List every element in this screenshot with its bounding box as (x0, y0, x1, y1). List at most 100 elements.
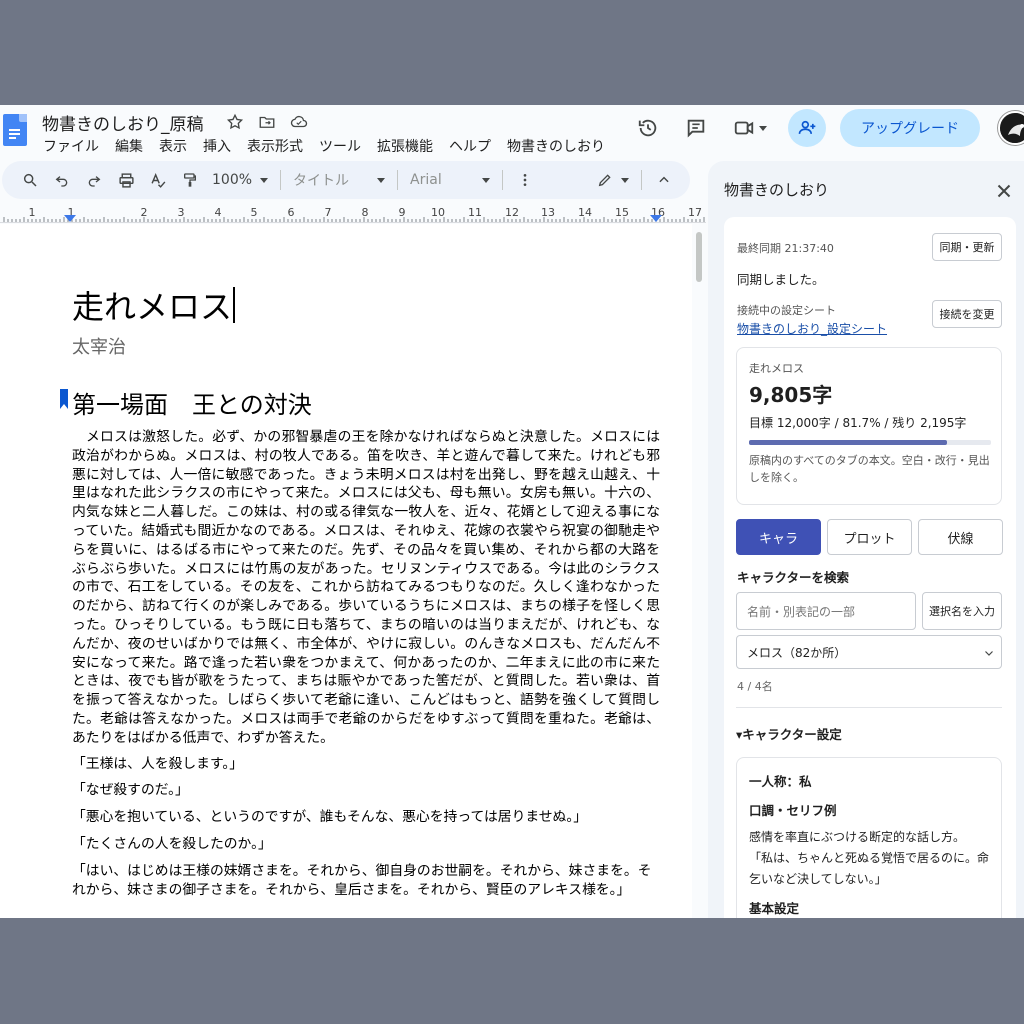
menu-addon[interactable]: 物書きのしおり (507, 136, 605, 156)
chevron-down-icon (260, 177, 269, 183)
tab-plot[interactable]: プロット (827, 519, 912, 555)
ruler-number: 15 (615, 206, 629, 219)
toolbar-divider (502, 170, 504, 190)
menu-file[interactable]: ファイル (43, 136, 99, 156)
menu-extensions[interactable]: 拡張機能 (377, 136, 433, 156)
menu-format[interactable]: 表示形式 (247, 136, 303, 156)
sync-button[interactable]: 同期・更新 (932, 233, 1002, 261)
document-scrollbar[interactable] (692, 224, 706, 918)
dialogue-line[interactable]: 「たくさんの人を殺したのか。」 (72, 835, 660, 854)
ruler-scale: 1 1 2 3 4 5 6 7 8 9 10 11 12 13 14 15 16 17 (3, 206, 705, 222)
undo-icon[interactable] (46, 166, 78, 194)
ruler-number: 11 (468, 206, 482, 219)
zoom-select[interactable]: 100% (206, 166, 274, 194)
paragraph-style-value: タイトル (293, 173, 350, 189)
document-title[interactable]: 物書きのしおり_原稿 (42, 110, 204, 135)
font-value: Arial (410, 172, 442, 188)
character-select-value: メロス（82か所） (747, 645, 847, 660)
ruler[interactable]: 1 1 2 3 4 5 6 7 8 9 10 11 12 13 14 15 16 17 (0, 205, 706, 223)
paint-format-icon[interactable] (174, 166, 206, 194)
dialogue-line[interactable]: 「なぜ殺すのだ。」 (72, 781, 660, 800)
collapse-toolbar-icon[interactable] (648, 166, 680, 194)
ruler-number: 14 (578, 206, 592, 219)
panel-title: 物書きのしおり (724, 181, 830, 199)
menu-help[interactable]: ヘルプ (449, 136, 491, 156)
character-search-input[interactable]: 名前・別表記の一部 (736, 592, 916, 630)
tab-character[interactable]: キャラ (736, 519, 821, 555)
speech-description: 感情を率直にぶつける断定的な話し方。 (749, 830, 966, 844)
basic-settings-heading: 基本設定 (749, 901, 800, 916)
dialogue-line[interactable]: 「王様は、人を殺します。」 (72, 755, 660, 774)
avatar[interactable] (998, 111, 1024, 145)
font-select[interactable]: Arial (404, 166, 496, 194)
comments-icon[interactable] (678, 110, 714, 146)
goal-text: 目標 12,000字 / 81.7% / 残り 2,195字 (749, 416, 967, 430)
document-page[interactable]: 走れメロス 太宰治 第一場面 王との対決 メロスは激怒した。必ず、かの邪智暴虐の… (0, 224, 692, 918)
print-icon[interactable] (110, 166, 142, 194)
ruler-number: 6 (288, 206, 295, 219)
menu-view[interactable]: 表示 (159, 136, 187, 156)
ruler-number: 17 (688, 206, 702, 219)
ruler-number: 7 (325, 206, 332, 219)
text-cursor (233, 287, 235, 323)
progress-fill (749, 440, 947, 445)
dialogue-line[interactable]: 「悪心を抱いている、というのですが、誰もそんな、悪心を持っては居りませぬ。」 (72, 808, 660, 827)
ruler-number: 12 (505, 206, 519, 219)
redo-icon[interactable] (78, 166, 110, 194)
ruler-number: 5 (251, 206, 258, 219)
speech-heading: 口調・セリフ例 (749, 803, 837, 818)
panel-card: 最終同期 21:37:40 同期・更新 同期しました。 接続中の設定シート 物書… (724, 217, 1016, 918)
cloud-saved-icon[interactable] (288, 111, 310, 133)
divider (736, 707, 1002, 708)
menu-bar: ファイル 編集 表示 挿入 表示形式 ツール 拡張機能 ヘルプ 物書きのしおり (43, 136, 605, 156)
paragraph-style-select[interactable]: タイトル (287, 166, 391, 194)
body-paragraph[interactable]: メロスは激怒した。必ず、かの邪智暴虐の王を除かなければならぬと決意した。メロスに… (72, 428, 660, 748)
progress-bar (749, 440, 991, 445)
menu-tools[interactable]: ツール (319, 136, 361, 156)
meet-icon[interactable] (726, 110, 774, 146)
scroll-thumb[interactable] (696, 232, 702, 282)
ruler-number: 9 (399, 206, 406, 219)
bookmark-icon (60, 389, 68, 409)
doc-subtitle[interactable]: 太宰治 (72, 333, 126, 359)
dialogue-line[interactable]: 「はい、はじめは王様の妹婿さまを。それから、御自身のお世嗣を。それから、妹さまを… (72, 862, 660, 900)
ruler-number: 2 (141, 206, 148, 219)
ruler-number: 1 (29, 206, 36, 219)
last-sync-time: 最終同期 21:37:40 (737, 242, 834, 255)
ruler-number: 4 (215, 206, 222, 219)
editing-mode-select[interactable] (591, 166, 635, 194)
toolbar-divider (641, 170, 643, 190)
search-label: キャラクターを検索 (737, 570, 850, 585)
character-count: 4 / 4名 (737, 680, 773, 693)
move-folder-icon[interactable] (256, 111, 278, 133)
close-icon[interactable] (993, 180, 1015, 202)
chevron-down-icon (621, 177, 630, 183)
ruler-number: 10 (431, 206, 445, 219)
count-note: 原稿内のすべてのタブの本文。空白・改行・見出しを除く。 (749, 454, 990, 484)
star-icon[interactable] (224, 111, 246, 133)
pencil-icon (598, 174, 611, 187)
doc-title[interactable]: 走れメロス (72, 282, 235, 328)
chevron-down-icon (377, 177, 386, 183)
history-icon[interactable] (630, 110, 666, 146)
search-placeholder: 名前・別表記の一部 (747, 604, 856, 619)
docs-logo-icon[interactable] (3, 114, 27, 146)
formatting-toolbar: 100% タイトル Arial (2, 161, 690, 199)
character-settings-toggle[interactable]: ▾キャラクター設定 (736, 724, 842, 743)
char-count: 9,805字 (749, 383, 833, 407)
menu-insert[interactable]: 挿入 (203, 136, 231, 156)
doc-heading[interactable]: 第一場面 王との対決 (60, 385, 312, 420)
insert-selected-name-button[interactable]: 選択名を入力 (922, 592, 1002, 630)
zoom-value: 100% (212, 172, 253, 188)
upgrade-button[interactable]: アップグレード (840, 109, 980, 147)
search-icon[interactable] (14, 166, 46, 194)
connected-sheet-link[interactable]: 物書きのしおり_設定シート (737, 320, 887, 337)
ruler-number: 8 (362, 206, 369, 219)
more-options-icon[interactable] (509, 166, 541, 194)
share-icon[interactable] (788, 109, 826, 147)
menu-edit[interactable]: 編集 (115, 136, 143, 156)
change-connection-button[interactable]: 接続を変更 (932, 300, 1002, 328)
character-select[interactable]: メロス（82か所） (736, 635, 1002, 669)
spellcheck-icon[interactable] (142, 166, 174, 194)
tab-foreshadowing[interactable]: 伏線 (918, 519, 1003, 555)
